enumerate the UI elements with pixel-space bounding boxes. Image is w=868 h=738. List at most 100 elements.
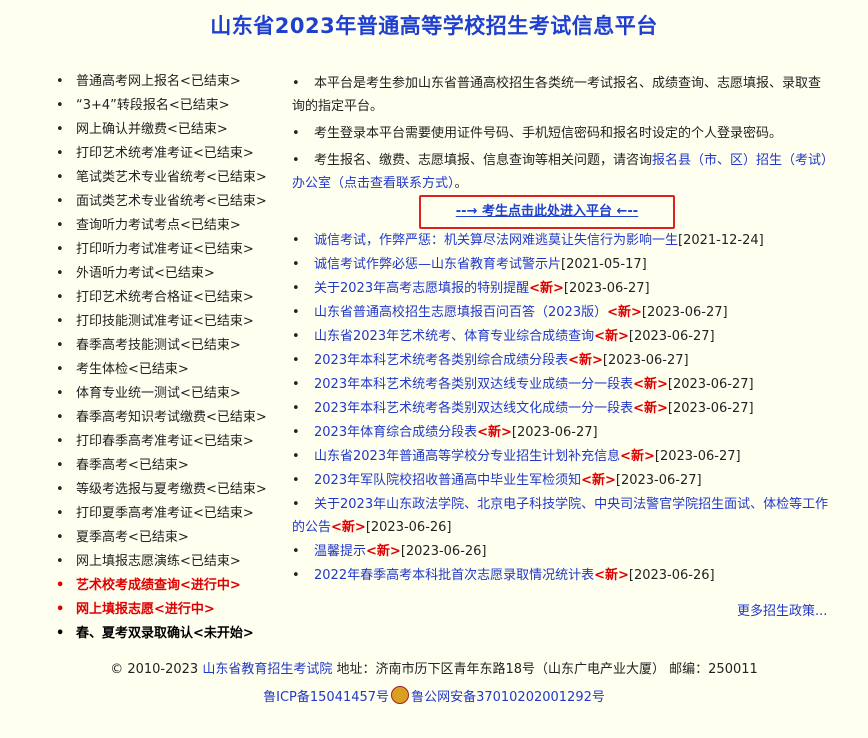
bullet-icon: • — [56, 290, 64, 305]
bullet-icon: • — [56, 314, 64, 329]
news-link[interactable]: 山东省2023年普通高等学校分专业招生计划补充信息 — [314, 449, 620, 464]
process-item[interactable]: • 春、夏考双录取确认<未开始> — [56, 622, 286, 646]
news-item: • 山东省2023年艺术统考、体育专业综合成绩查询<新>[2023-06-27] — [292, 325, 832, 348]
bullet-icon: • — [292, 544, 300, 559]
bullet-icon: • — [292, 497, 300, 512]
bullet-icon: • — [56, 338, 64, 353]
news-date: [2023-06-27] — [563, 281, 650, 296]
bullet-icon: • — [292, 425, 300, 440]
news-link[interactable]: 诚信考试作弊必惩—山东省教育考试警示片 — [314, 257, 561, 272]
news-date: [2023-06-26] — [400, 544, 487, 559]
process-item-label: 网上填报志愿<进行中> — [76, 602, 215, 617]
process-item[interactable]: • 体育专业统一测试<已结束> — [56, 382, 286, 406]
process-item[interactable]: • 网上填报志愿<进行中> — [56, 598, 286, 622]
news-link[interactable]: 2023年本科艺术统考各类别双达线专业成绩一分一段表 — [314, 377, 633, 392]
process-item-label: 艺术校考成绩查询<进行中> — [76, 578, 241, 593]
bullet-icon: • — [292, 233, 300, 248]
process-item[interactable]: • 等级考选报与夏考缴费<已结束> — [56, 478, 286, 502]
news-date: [2023-06-27] — [667, 377, 754, 392]
news-link[interactable]: 2023年体育综合成绩分段表 — [314, 425, 477, 440]
bullet-icon: • — [56, 458, 64, 473]
process-item-label: 体育专业统一测试<已结束> — [76, 386, 241, 401]
news-link[interactable]: 2023年军队院校招收普通高中毕业生军检须知 — [314, 473, 581, 488]
news-item: • 2022年春季高考本科批首次志愿录取情况统计表<新>[2023-06-26] — [292, 564, 832, 587]
process-item[interactable]: • “3+4”转段报名<已结束> — [56, 94, 286, 118]
new-badge: <新> — [607, 305, 642, 320]
process-item[interactable]: • 面试类艺术专业省统考<已结束> — [56, 190, 286, 214]
bullet-icon: • — [292, 377, 300, 392]
more-policies-link[interactable]: 更多招生政策... — [737, 604, 827, 619]
news-item: • 山东省2023年普通高等学校分专业招生计划补充信息<新>[2023-06-27… — [292, 445, 832, 468]
news-link[interactable]: 2023年本科艺术统考各类别综合成绩分段表 — [314, 353, 568, 368]
news-link[interactable]: 诚信考试，作弊严惩：机关算尽法网难逃莫让失信行为影响一生 — [314, 233, 678, 248]
bullet-icon: • — [56, 602, 65, 617]
process-item[interactable]: • 打印艺术统考合格证<已结束> — [56, 286, 286, 310]
news-date: [2021-12-24] — [678, 233, 764, 248]
process-item-label: “3+4”转段报名<已结束> — [76, 98, 230, 113]
news-link[interactable]: 关于2023年高考志愿填报的特别提醒 — [314, 281, 529, 296]
news-date: [2023-06-26] — [628, 568, 715, 583]
process-item-label: 打印艺术统考准考证<已结束> — [76, 146, 254, 161]
bullet-icon: • — [56, 170, 64, 185]
news-link[interactable]: 山东省普通高校招生志愿填报百问百答（2023版） — [314, 305, 607, 320]
news-date: [2023-06-27] — [641, 305, 728, 320]
icp-link[interactable]: 鲁ICP备15041457号 — [263, 690, 389, 705]
process-item[interactable]: • 打印春季高考准考证<已结束> — [56, 430, 286, 454]
bullet-icon: • — [56, 578, 65, 593]
police-badge-icon — [391, 686, 410, 704]
process-item-label: 春季高考技能测试<已结束> — [76, 338, 241, 353]
process-item[interactable]: • 考生体检<已结束> — [56, 358, 286, 382]
new-badge: <新> — [633, 377, 668, 392]
intro-item: • 本平台是考生参加山东省普通高校招生各类统一考试报名、成绩查询、志愿填报、录取查… — [292, 76, 822, 114]
news-date: [2023-06-27] — [511, 425, 598, 440]
process-item-label: 春季高考知识考试缴费<已结束> — [76, 410, 267, 425]
police-link[interactable]: 鲁公网安备37010202001292号 — [411, 690, 605, 705]
intro-item: • 考生登录本平台需要使用证件号码、手机短信密码和报名时设定的个人登录密码。 — [292, 126, 783, 141]
process-item-label: 打印春季高考准考证<已结束> — [76, 434, 254, 449]
bullet-icon: • — [56, 266, 64, 281]
bullet-icon: • — [292, 305, 300, 320]
news-link[interactable]: 山东省2023年艺术统考、体育专业综合成绩查询 — [314, 329, 594, 344]
bullet-icon: • — [292, 281, 300, 296]
process-item-label: 春季高考<已结束> — [76, 458, 189, 473]
process-item[interactable]: • 打印听力考试准考证<已结束> — [56, 238, 286, 262]
bullet-icon: • — [56, 506, 64, 521]
news-link[interactable]: 温馨提示 — [314, 544, 366, 559]
news-item: • 山东省普通高校招生志愿填报百问百答（2023版）<新>[2023-06-27] — [292, 301, 832, 324]
news-link[interactable]: 2023年本科艺术统考各类别双达线文化成绩一分一段表 — [314, 401, 633, 416]
process-item-label: 网上确认并缴费<已结束> — [76, 122, 228, 137]
org-link[interactable]: 山东省教育招生考试院 — [202, 662, 332, 677]
process-item[interactable]: • 打印技能测试准考证<已结束> — [56, 310, 286, 334]
process-item[interactable]: • 艺术校考成绩查询<进行中> — [56, 574, 286, 598]
news-item: • 温馨提示<新>[2023-06-26] — [292, 540, 832, 563]
bullet-icon: • — [292, 329, 300, 344]
enter-platform-button[interactable]: --→ 考生点击此处进入平台 ←-- — [419, 195, 675, 229]
process-item-label: 打印技能测试准考证<已结束> — [76, 314, 254, 329]
news-item: • 2023年本科艺术统考各类别双达线专业成绩一分一段表<新>[2023-06-2… — [292, 373, 832, 396]
process-item[interactable]: • 春季高考知识考试缴费<已结束> — [56, 406, 286, 430]
process-item[interactable]: • 春季高考<已结束> — [56, 454, 286, 478]
process-item[interactable]: • 夏季高考<已结束> — [56, 526, 286, 550]
new-badge: <新> — [620, 449, 655, 464]
news-item: • 2023年体育综合成绩分段表<新>[2023-06-27] — [292, 421, 832, 444]
bullet-icon: • — [292, 401, 300, 416]
bullet-icon: • — [292, 473, 300, 488]
process-item[interactable]: • 打印夏季高考准考证<已结束> — [56, 502, 286, 526]
process-item-label: 打印艺术统考合格证<已结束> — [76, 290, 254, 305]
process-item[interactable]: • 网上填报志愿演练<已结束> — [56, 550, 286, 574]
bullet-icon: • — [56, 434, 64, 449]
process-item[interactable]: • 普通高考网上报名<已结束> — [56, 70, 286, 94]
news-link[interactable]: 2022年春季高考本科批首次志愿录取情况统计表 — [314, 568, 594, 583]
bullet-icon: • — [56, 482, 64, 497]
process-item[interactable]: • 查询听力考试考点<已结束> — [56, 214, 286, 238]
process-item[interactable]: • 笔试类艺术专业省统考<已结束> — [56, 166, 286, 190]
process-item[interactable]: • 打印艺术统考准考证<已结束> — [56, 142, 286, 166]
bullet-icon: • — [56, 74, 64, 89]
new-badge: <新> — [331, 520, 366, 535]
process-item[interactable]: • 外语听力考试<已结束> — [56, 262, 286, 286]
process-item[interactable]: • 网上确认并缴费<已结束> — [56, 118, 286, 142]
process-item[interactable]: • 春季高考技能测试<已结束> — [56, 334, 286, 358]
new-badge: <新> — [633, 401, 668, 416]
footer-icp: 鲁ICP备15041457号 鲁公网安备37010202001292号 — [0, 686, 868, 705]
footer-copyright: © 2010-2023 山东省教育招生考试院 地址：济南市历下区青年东路18号（… — [110, 662, 758, 677]
